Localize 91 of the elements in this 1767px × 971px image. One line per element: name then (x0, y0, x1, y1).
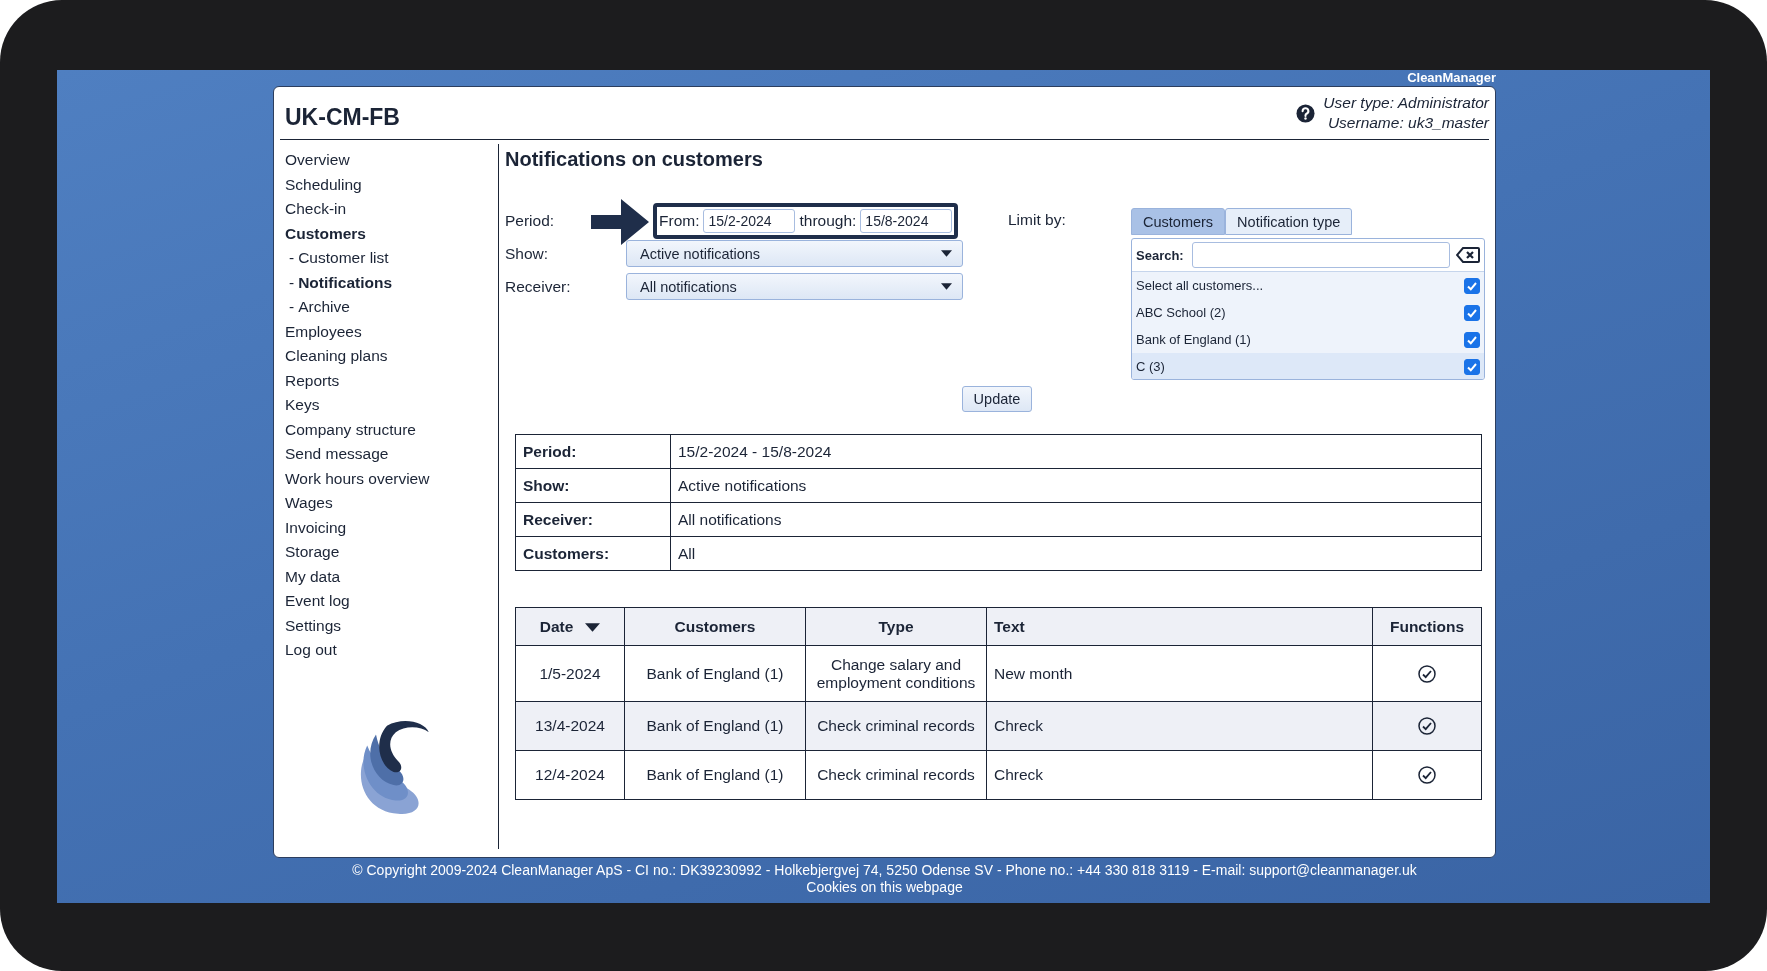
field-label: From: (659, 211, 700, 230)
username: Username: uk3_master (1326, 113, 1489, 133)
table-cell: Customers: (515, 536, 671, 571)
table-cell: Bank of England (1) (624, 750, 806, 800)
field-label: Receiver: (505, 277, 572, 296)
sidebar-item[interactable]: Customers (285, 221, 366, 246)
sidebar-item[interactable]: Log out (285, 638, 337, 663)
table-cell: Check criminal records (805, 701, 987, 751)
sidebar-item[interactable]: My data (285, 564, 341, 589)
sidebar-item[interactable]: Send message (285, 442, 389, 467)
table-cell: Bank of England (1) (624, 701, 806, 751)
help-icon (1296, 103, 1316, 123)
sidebar-item[interactable]: Keys (285, 393, 320, 418)
cookies-link[interactable]: Cookies on this webpage (806, 879, 963, 896)
table-cell: All (670, 536, 1482, 571)
update-button[interactable]: Update (961, 386, 1033, 412)
sidebar-item[interactable]: Settings (285, 613, 341, 638)
table-cell: Period: (515, 434, 671, 469)
arrow-icon (591, 199, 649, 245)
page-title: Notifications on customers (505, 148, 764, 171)
list-item-label: ABC School (2) (1136, 305, 1226, 320)
sidebar-item[interactable]: Work hours overview (285, 466, 430, 491)
site-title: UK-CM-FB (285, 103, 400, 131)
brand-label: CleanManager (1406, 70, 1496, 86)
sidebar-item[interactable]: Overview (285, 148, 350, 173)
user-type: User type: Administrator (1323, 93, 1489, 113)
clear-icon (1455, 247, 1480, 263)
table-cell: Chreck (986, 701, 1373, 751)
list-item-label: Bank of England (1) (1136, 332, 1251, 347)
checkbox[interactable] (1464, 358, 1480, 375)
caret-icon (941, 250, 952, 257)
table-cell: Show: (515, 468, 671, 503)
table-cell: Bank of England (1) (624, 645, 806, 702)
column-header[interactable]: Date (515, 607, 625, 646)
check-circle-icon[interactable] (1418, 766, 1436, 785)
tab[interactable]: Customers (1131, 208, 1226, 235)
table-cell: 12/4-2024 (515, 750, 625, 800)
search-label: Search: (1136, 247, 1184, 263)
sidebar-item[interactable]: Invoicing (285, 515, 347, 540)
checkbox[interactable] (1464, 331, 1480, 348)
search-field[interactable] (1191, 242, 1450, 268)
sidebar-item[interactable]: Event log (285, 589, 350, 614)
table-cell: Change salary and employment conditions (805, 645, 987, 702)
sidebar-item-label: Archive (298, 298, 350, 315)
table-cell: 15/2-2024 - 15/8-2024 (670, 434, 1482, 469)
sidebar-item[interactable]: - Archive (285, 295, 350, 320)
column-header[interactable]: Type (805, 607, 987, 646)
table-cell: 1/5-2024 (515, 645, 625, 702)
sidebar-item-label: Notifications (298, 273, 393, 291)
sidebar-item[interactable]: Employees (285, 319, 362, 344)
field-label: Period: (505, 211, 556, 230)
copyright-text: © Copyright 2009-2024 CleanManager ApS - CI no.: DK39230992 - Holkebjergvej 74, 5250 Odense SV - Phone no.: +44 330 818 3119 - E-mail: support@cleanmanager.uk (352, 862, 1417, 879)
field-label: Limit by: (1008, 210, 1067, 230)
column-header[interactable]: Customers (624, 607, 806, 646)
sidebar-item[interactable]: Check-in (285, 197, 347, 222)
tab[interactable]: Notification type (1225, 208, 1353, 235)
sidebar-item[interactable]: Cleaning plans (285, 344, 388, 369)
column-header[interactable]: Text (986, 607, 1373, 646)
table-cell: Receiver: (515, 502, 671, 537)
field-label: Show: (505, 244, 550, 263)
table-cell: Active notifications (670, 468, 1482, 503)
sidebar-item[interactable]: Wages (285, 491, 333, 516)
column-header[interactable]: Functions (1372, 607, 1482, 646)
list-item-label: Select all customers... (1136, 278, 1264, 293)
sidebar-item[interactable]: - Customer list (285, 246, 389, 271)
table-cell: Chreck (986, 750, 1373, 800)
table-cell: All notifications (670, 502, 1482, 537)
sidebar-item[interactable]: - Notifications (285, 270, 393, 295)
table-cell: New month (986, 645, 1373, 702)
dropdown[interactable]: Active notifications (626, 240, 963, 267)
from-date-field[interactable]: 15/2-2024 (703, 208, 796, 233)
checkbox[interactable] (1464, 277, 1480, 294)
through-date-field[interactable]: 15/8-2024 (860, 208, 953, 233)
table-cell: Check criminal records (805, 750, 987, 800)
dropdown[interactable]: All notifications (626, 273, 963, 300)
sidebar-item[interactable]: Company structure (285, 417, 416, 442)
list-dash: - (289, 249, 295, 266)
check-circle-icon[interactable] (1418, 717, 1436, 736)
checkbox[interactable] (1464, 304, 1480, 321)
list-item-label: C (3) (1136, 359, 1165, 374)
check-circle-icon[interactable] (1418, 664, 1436, 683)
sidebar-item[interactable]: Storage (285, 540, 340, 565)
sidebar-item[interactable]: Reports (285, 368, 340, 393)
sidebar-item-label: Customer list (298, 249, 389, 266)
list-dash: - (289, 273, 295, 291)
table-cell: 13/4-2024 (515, 701, 625, 751)
caret-icon (941, 283, 952, 290)
list-dash: - (289, 298, 295, 315)
field-label: through: (799, 211, 857, 230)
sort-caret-icon (585, 622, 601, 632)
sidebar-item[interactable]: Scheduling (285, 172, 362, 197)
